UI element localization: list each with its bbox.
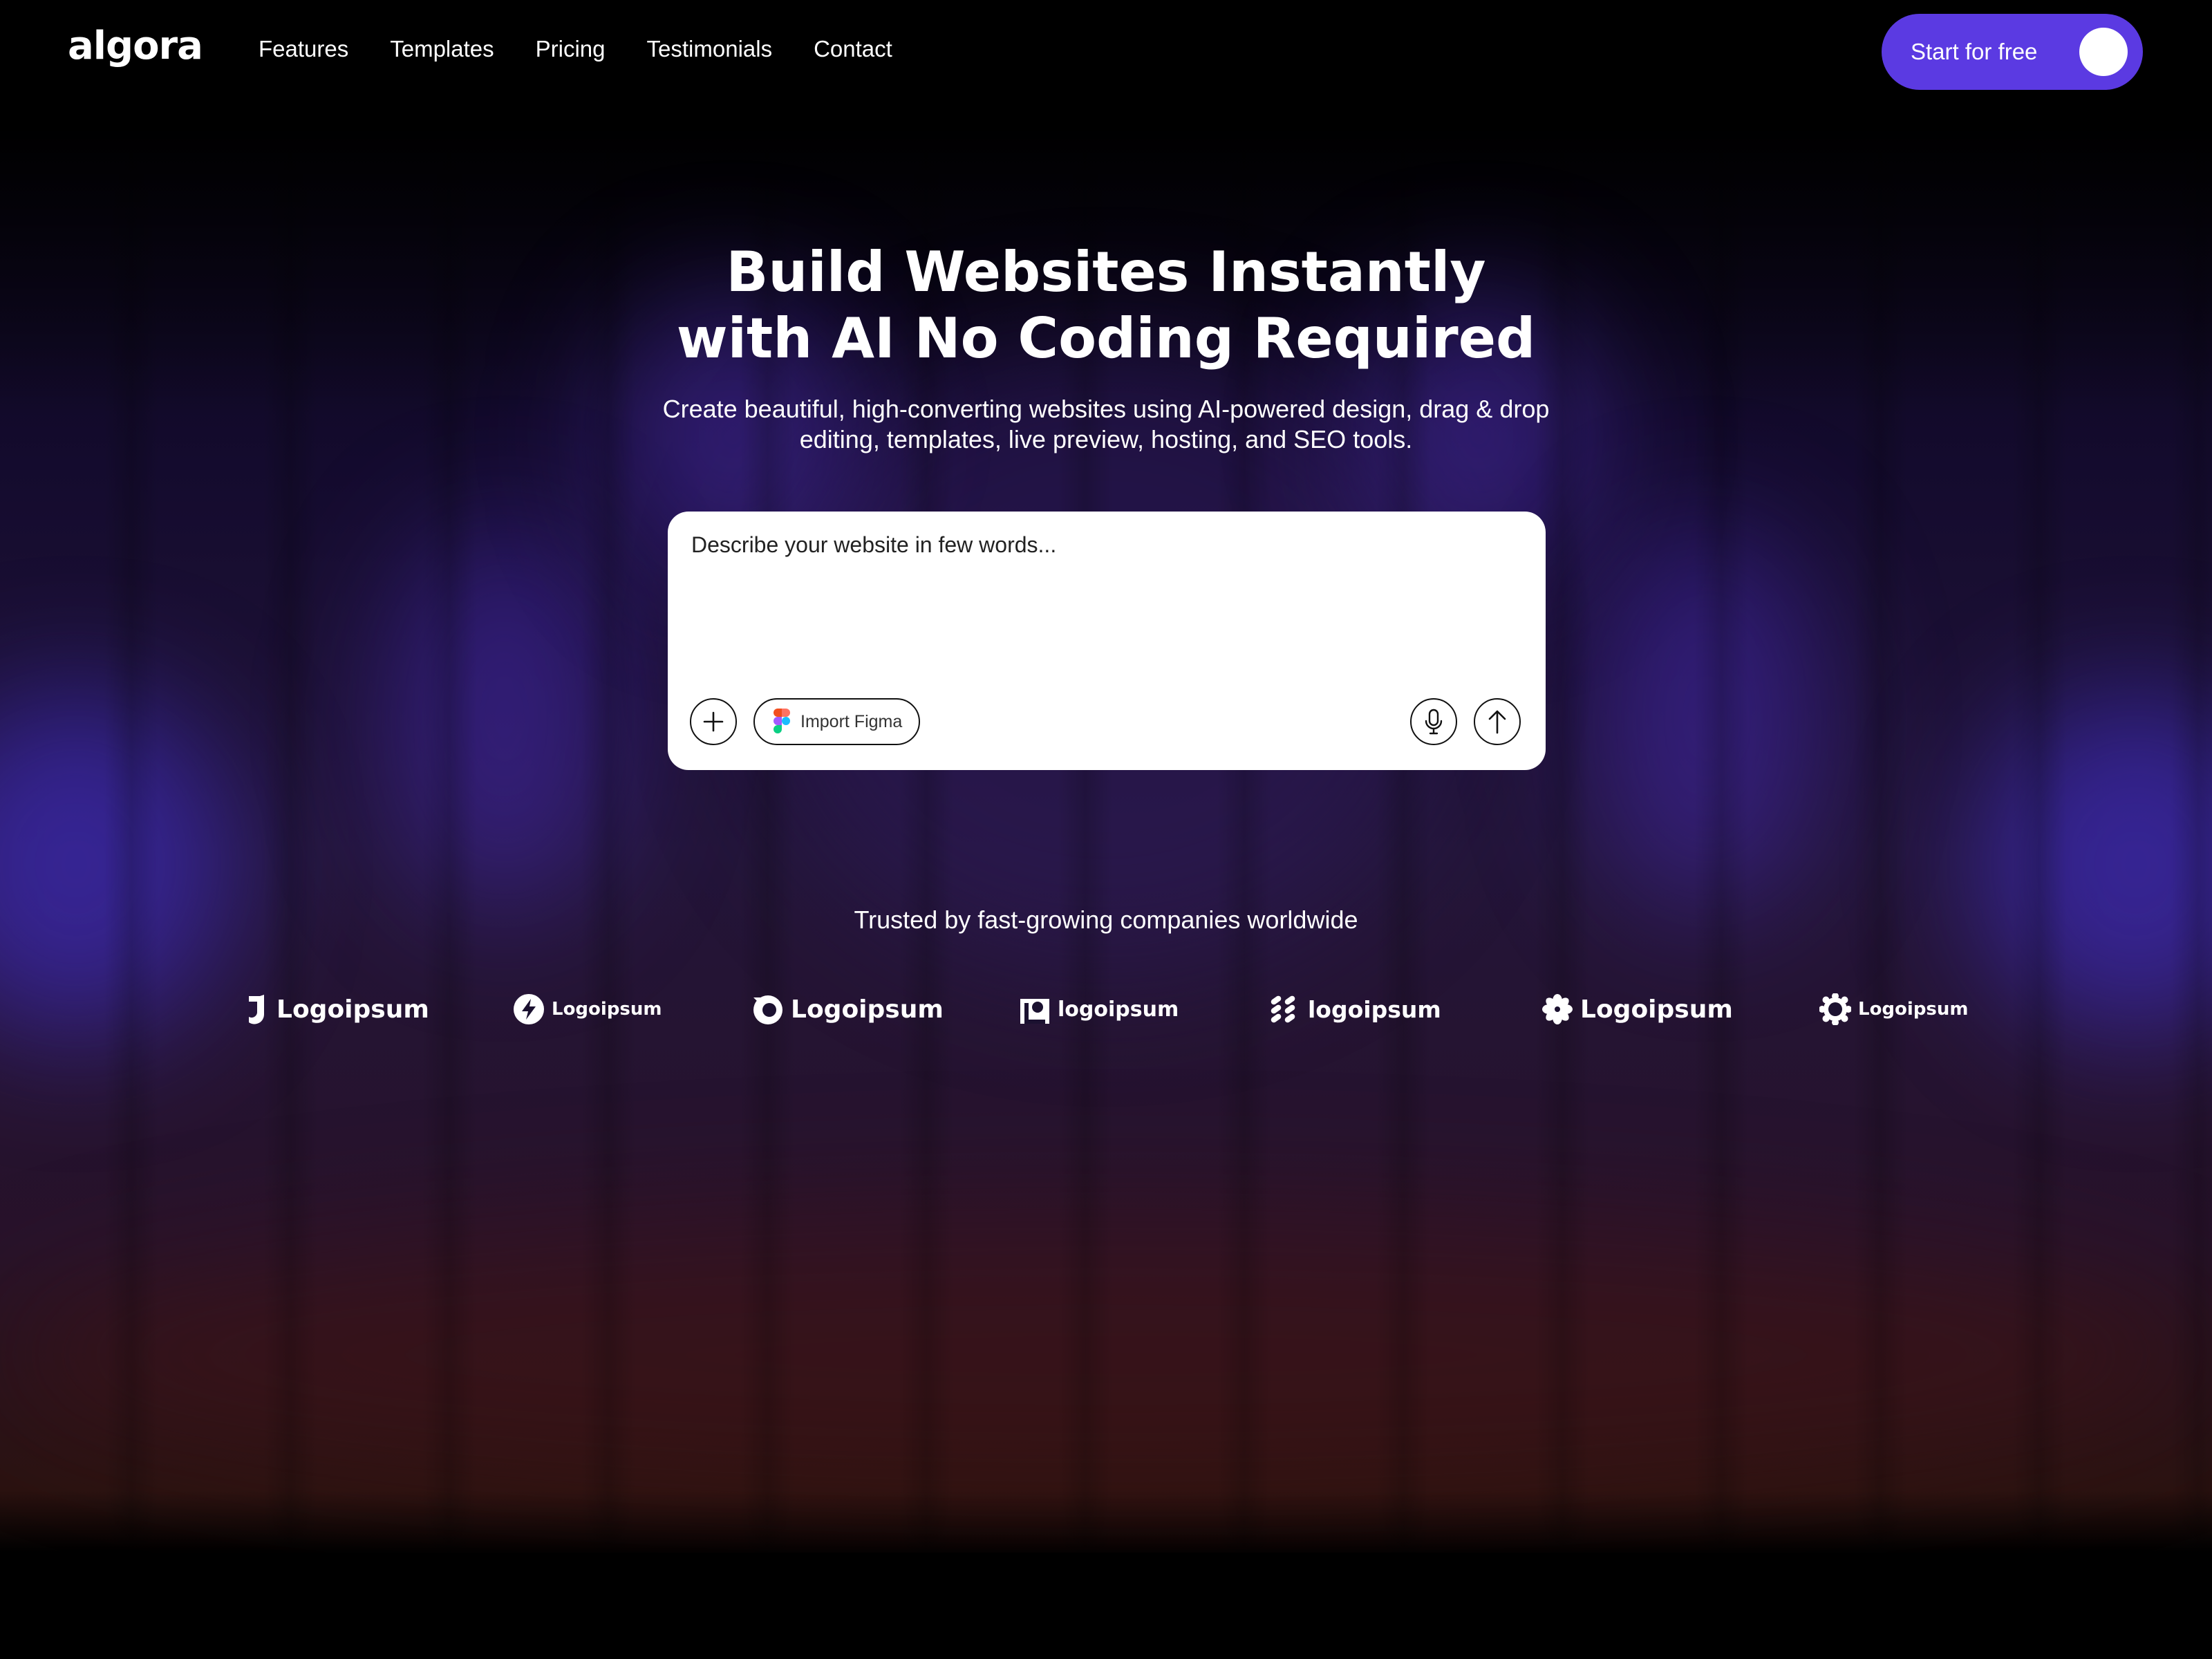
trusted-heading: Trusted by fast-growing companies worldw… (854, 906, 1358, 934)
start-for-free-label: Start for free (1911, 39, 2038, 64)
nav-link-templates[interactable]: Templates (390, 36, 494, 62)
voice-input-button[interactable] (1410, 698, 1457, 745)
partner-logo-7-text: Logoipsum (1858, 999, 1969, 1020)
gear-logo-icon (1819, 993, 1851, 1025)
partner-logo-2: Logoipsum (513, 988, 662, 1030)
square-logo-icon (1020, 999, 1049, 1024)
partner-logo-2-text: Logoipsum (552, 999, 662, 1020)
partner-logo-5: logoipsum (1268, 988, 1441, 1030)
prompt-box: Import Figma (668, 512, 1546, 770)
arrow-up-icon (1488, 710, 1506, 734)
add-attachment-button[interactable] (690, 698, 737, 745)
plus-icon (703, 711, 724, 732)
nav-link-testimonials[interactable]: Testimonials (647, 36, 773, 62)
hero-background (0, 0, 2212, 1553)
partner-logos: Logoipsum Logoipsum Logoipsum logoipsum (0, 988, 2212, 1030)
partner-logo-5-text: logoipsum (1308, 995, 1441, 1023)
hero-subtitle: Create beautiful, high-converting websit… (662, 395, 1550, 453)
ring-logo-icon (753, 995, 782, 1024)
top-navigation: algora Features Templates Pricing Testim… (0, 0, 2212, 104)
hero-title: Build Websites Instantly with AI No Codi… (0, 239, 2212, 372)
partner-logo-1: Logoipsum (246, 988, 429, 1030)
hero-title-line-2: with AI No Coding Required (676, 306, 1536, 371)
logo-mark-icon (249, 995, 265, 1024)
website-description-input[interactable] (690, 531, 1522, 637)
brand-logo[interactable]: algora (68, 24, 203, 68)
nav-link-features[interactable]: Features (259, 36, 348, 62)
nav-link-contact[interactable]: Contact (814, 36, 892, 62)
nav-links: Features Templates Pricing Testimonials … (259, 36, 892, 62)
lightning-logo-icon (514, 994, 544, 1024)
start-for-free-button[interactable]: Start for free (1882, 14, 2143, 90)
partner-logo-1-text: Logoipsum (276, 995, 429, 1024)
partner-logo-3-text: Logoipsum (791, 995, 944, 1024)
hero-title-line-1: Build Websites Instantly (726, 240, 1486, 304)
partner-logo-6: Logoipsum (1541, 988, 1733, 1030)
import-figma-label: Import Figma (800, 711, 903, 731)
dots-logo-icon (1271, 995, 1295, 1023)
partner-logo-3: Logoipsum (752, 988, 944, 1030)
figma-icon (774, 709, 790, 733)
partner-logo-7: Logoipsum (1819, 988, 1969, 1030)
cta-knob-icon (2079, 28, 2128, 76)
microphone-icon (1425, 709, 1443, 735)
partner-logo-4-text: logoipsum (1058, 997, 1179, 1022)
submit-prompt-button[interactable] (1474, 698, 1521, 745)
partner-logo-6-text: Logoipsum (1580, 995, 1733, 1024)
import-figma-button[interactable]: Import Figma (753, 698, 921, 745)
partner-logo-4: logoipsum (1019, 988, 1179, 1030)
nav-link-pricing[interactable]: Pricing (536, 36, 606, 62)
flower-logo-icon (1542, 994, 1573, 1024)
